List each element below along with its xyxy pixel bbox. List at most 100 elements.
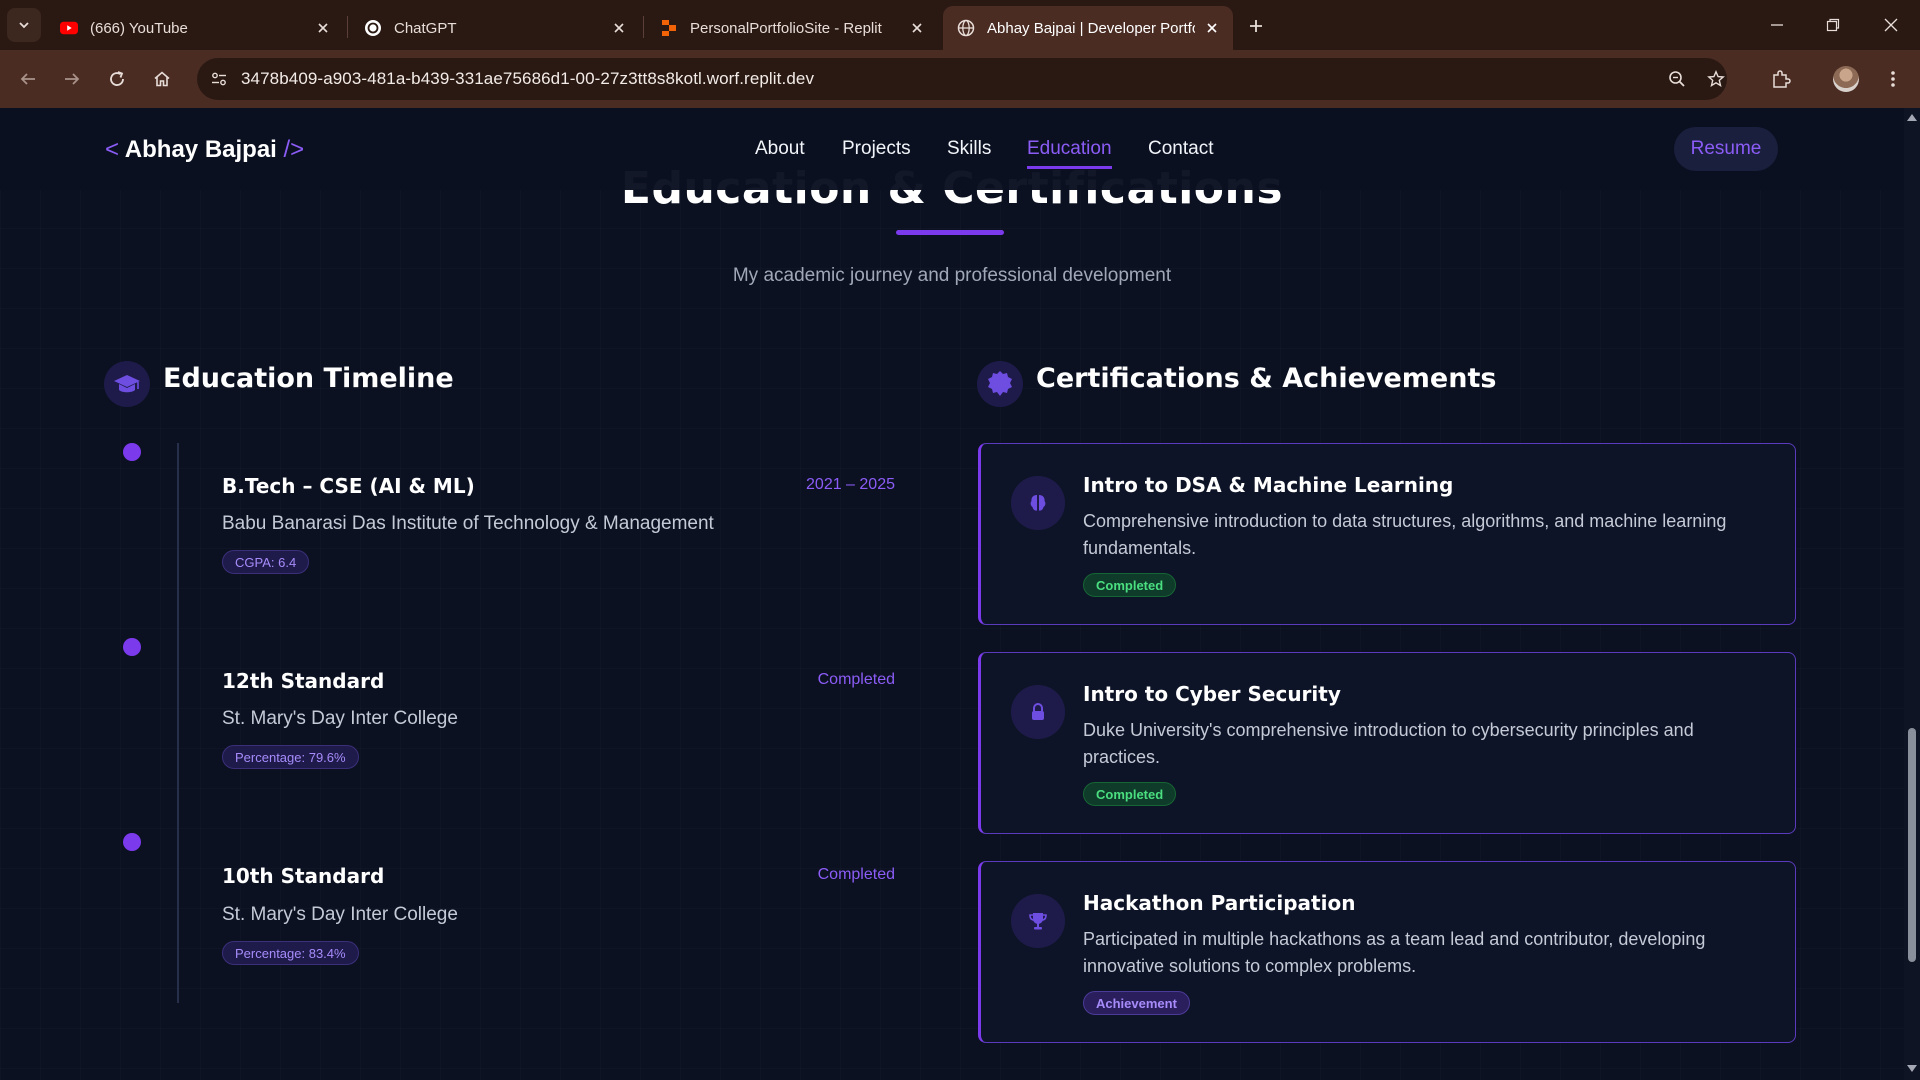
logo-open-bracket: < [105, 136, 120, 163]
tab-title: PersonalPortfolioSite - Replit [690, 19, 882, 37]
close-tab-icon[interactable] [610, 19, 628, 37]
avatar[interactable] [1833, 66, 1859, 92]
education-item-institution: St. Mary's Day Inter College [222, 904, 458, 925]
replit-icon [660, 19, 678, 37]
globe-icon [957, 19, 975, 37]
section-subtitle: My academic journey and professional dev… [732, 265, 1172, 286]
youtube-icon [60, 19, 78, 37]
certification-description: Duke University's comprehensive introduc… [1083, 720, 1694, 767]
zoom-icon[interactable] [1665, 67, 1689, 91]
extensions-button[interactable] [1766, 64, 1796, 94]
education-item-title: 12th Standard [222, 669, 385, 693]
url-text[interactable]: 3478b409-a903-481a-b439-331ae75686d1-00-… [241, 69, 814, 89]
chevron-down-icon [19, 22, 29, 29]
education-item-badge: CGPA: 6.4 [222, 550, 310, 574]
new-tab-button[interactable] [1243, 13, 1269, 39]
plus-icon [1250, 20, 1262, 32]
arrow-left-icon [20, 73, 35, 85]
certification-title: Intro to DSA & Machine Learning [1083, 473, 1454, 497]
site-logo[interactable]: < Abhay Bajpai /> [105, 136, 304, 164]
close-tab-icon[interactable] [908, 19, 926, 37]
education-item-status: Completed [817, 866, 895, 883]
close-tab-icon[interactable] [1203, 19, 1221, 37]
tab-separator [347, 16, 348, 38]
minimize-icon [1771, 24, 1783, 26]
status-badge: Completed [1083, 782, 1177, 806]
tab-replit[interactable]: PersonalPortfolioSite - Replit [646, 6, 938, 50]
education-item-badge: Percentage: 83.4% [222, 941, 359, 965]
logo-name: Abhay Bajpai [124, 136, 277, 163]
reload-icon [110, 71, 124, 86]
tab-separator [643, 16, 644, 38]
nav-link-skills[interactable]: Skills [947, 138, 991, 160]
tab-portfolio[interactable]: Abhay Bajpai | Developer Portfolio [943, 6, 1233, 50]
chatgpt-icon [364, 19, 382, 37]
scrollbar-thumb[interactable] [1908, 728, 1916, 962]
timeline-dot [123, 443, 141, 461]
tab-search-button[interactable] [7, 8, 41, 42]
education-item-badge: Percentage: 79.6% [222, 745, 359, 769]
education-item-status: Completed [817, 671, 895, 688]
certification-card: Intro to DSA & Machine Learning Comprehe… [978, 443, 1796, 625]
close-icon [1884, 18, 1898, 32]
nav-link-education[interactable]: Education [1027, 138, 1112, 169]
certification-description: Comprehensive introduction to data struc… [1083, 511, 1727, 558]
forward-button[interactable] [57, 64, 87, 94]
page-viewport: Education & Certifications My academic j… [0, 108, 1904, 1080]
arrow-right-icon [65, 73, 80, 85]
education-item-date: 2021 – 2025 [806, 476, 895, 493]
lock-icon [1011, 685, 1065, 739]
badge-seal-icon [977, 361, 1023, 407]
trophy-icon [1011, 894, 1065, 948]
menu-button[interactable] [1878, 64, 1908, 94]
certification-title: Intro to Cyber Security [1083, 682, 1341, 706]
address-bar[interactable]: 3478b409-a903-481a-b439-331ae75686d1-00-… [197, 58, 1727, 100]
certification-card: Hackathon Participation Participated in … [978, 861, 1796, 1043]
certification-title: Hackathon Participation [1083, 891, 1356, 915]
restore-icon [1826, 18, 1840, 32]
close-window-button[interactable] [1876, 10, 1906, 40]
scroll-up-arrow-icon[interactable] [1907, 114, 1917, 121]
tab-title: (666) YouTube [90, 19, 188, 37]
timeline-line [177, 443, 179, 1003]
logo-close-bracket: /> [283, 136, 305, 163]
education-item-institution: Babu Banarasi Das Institute of Technolog… [222, 513, 714, 534]
tab-title: ChatGPT [394, 19, 457, 37]
site-navbar: < Abhay Bajpai /> About Projects Skills … [0, 108, 1904, 190]
tab-title: Abhay Bajpai | Developer Portfolio [987, 19, 1195, 37]
home-button[interactable] [147, 64, 177, 94]
puzzle-icon [1773, 70, 1791, 88]
education-item-institution: St. Mary's Day Inter College [222, 708, 458, 729]
scroll-down-arrow-icon[interactable] [1907, 1065, 1917, 1072]
nav-link-about[interactable]: About [755, 138, 805, 160]
page-scrollbar[interactable] [1904, 108, 1920, 1080]
heading-underline [896, 230, 1004, 235]
resume-button[interactable]: Resume [1674, 127, 1778, 171]
certifications-title: Certifications & Achievements [1036, 363, 1497, 394]
education-title: Education Timeline [163, 363, 454, 394]
restore-button[interactable] [1818, 10, 1848, 40]
home-icon [154, 71, 170, 87]
close-tab-icon[interactable] [314, 19, 332, 37]
status-badge: Completed [1083, 573, 1177, 597]
timeline-dot [123, 833, 141, 851]
education-item-title: 10th Standard [222, 864, 385, 888]
nav-link-projects[interactable]: Projects [842, 138, 911, 160]
site-info-icon[interactable] [207, 67, 231, 91]
browser-tab-strip: (666) YouTube ChatGPT PersonalPortfolioS… [0, 0, 1920, 50]
timeline-dot [123, 638, 141, 656]
brain-icon [1011, 476, 1065, 530]
browser-toolbar: 3478b409-a903-481a-b439-331ae75686d1-00-… [0, 50, 1920, 108]
more-vertical-icon [1891, 71, 1895, 87]
back-button[interactable] [13, 64, 43, 94]
bookmark-star-icon[interactable] [1704, 67, 1728, 91]
education-item-title: B.Tech – CSE (AI & ML) [222, 474, 475, 498]
certification-description: Participated in multiple hackathons as a… [1083, 929, 1706, 976]
minimize-button[interactable] [1762, 10, 1792, 40]
tab-chatgpt[interactable]: ChatGPT [350, 6, 640, 50]
nav-link-contact[interactable]: Contact [1148, 138, 1213, 160]
graduation-cap-icon [104, 361, 150, 407]
achievement-badge: Achievement [1083, 991, 1190, 1015]
tab-youtube[interactable]: (666) YouTube [46, 6, 344, 50]
reload-button[interactable] [102, 64, 132, 94]
